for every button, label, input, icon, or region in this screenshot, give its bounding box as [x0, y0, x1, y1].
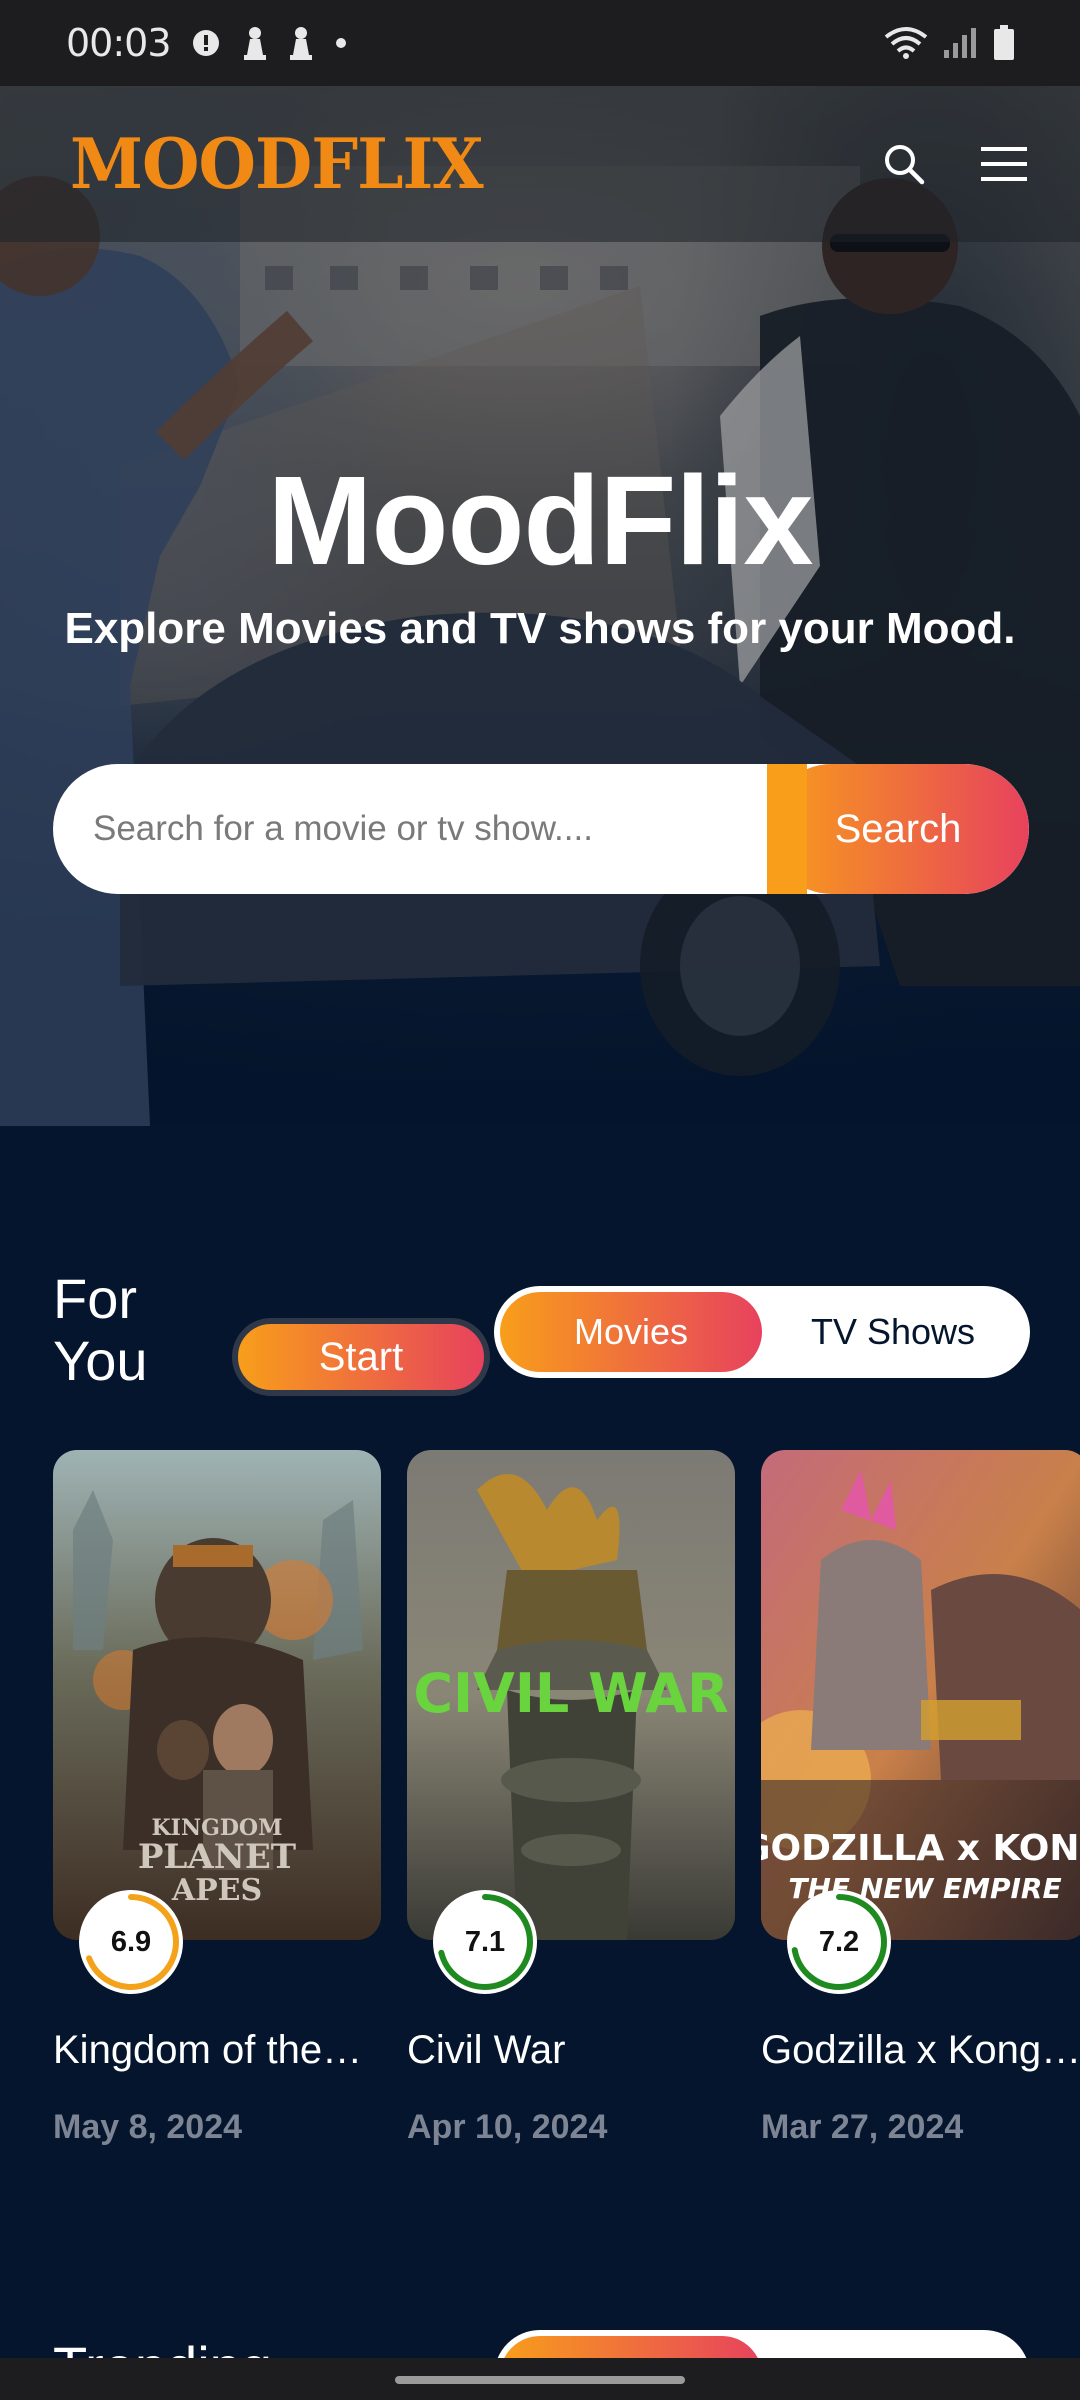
- release-date: May 8, 2024: [53, 2108, 243, 2146]
- for-you-title: For You: [53, 1268, 148, 1392]
- search-input[interactable]: [53, 764, 767, 894]
- movie-card[interactable]: CIVIL WAR 7.1 Civil War Apr 10, 2024: [407, 1450, 735, 2146]
- top-header: MOODFLIX: [0, 86, 1080, 242]
- movie-card[interactable]: GODZILLA x KONG THE NEW EMPIRE 7.2 Godzi…: [761, 1450, 1080, 2146]
- movie-poster[interactable]: CIVIL WAR: [407, 1450, 735, 1940]
- settings-alert-icon: [192, 30, 219, 56]
- movie-title[interactable]: Civil War: [407, 2028, 767, 2073]
- poster-title-text: APES: [171, 1873, 262, 1908]
- for-you-title-line2: You: [53, 1329, 148, 1392]
- rating-badge: 6.9: [79, 1890, 183, 1994]
- rating-badge: 7.1: [433, 1890, 537, 1994]
- hero-subtitle: Explore Movies and TV shows for your Moo…: [64, 604, 1016, 653]
- rating-value: 7.2: [818, 1925, 860, 1958]
- for-you-title-line1: For: [53, 1267, 137, 1330]
- hero-search-bar: Search: [53, 764, 1029, 894]
- signal-icon: [944, 28, 976, 58]
- poster-title-text: PLANET: [138, 1837, 296, 1877]
- release-date: Mar 27, 2024: [761, 2108, 964, 2146]
- movie-title[interactable]: Godzilla x Kong…: [761, 2028, 1080, 2073]
- search-button-label: Search: [834, 806, 962, 851]
- rating-value: 6.9: [110, 1925, 152, 1958]
- tab-movies[interactable]: Movies: [500, 1292, 762, 1372]
- movie-card[interactable]: KINGDOM PLANET APES 6.9 Kingdom of the… …: [53, 1450, 381, 2146]
- system-navigation-bar: [0, 2358, 1080, 2400]
- chess-pawn-icon: [289, 27, 312, 60]
- movie-poster[interactable]: KINGDOM PLANET APES: [53, 1450, 381, 1940]
- rating-badge: 7.2: [787, 1890, 891, 1994]
- battery-icon: [994, 25, 1014, 60]
- start-button[interactable]: Start: [232, 1318, 490, 1396]
- rating-value: 7.1: [464, 1925, 506, 1958]
- search-icon[interactable]: [876, 136, 932, 192]
- media-type-tabs: Movies TV Shows: [494, 1286, 1030, 1378]
- dot-icon: [335, 38, 346, 48]
- wifi-icon: [884, 27, 928, 59]
- hero-title: MoodFlix: [267, 450, 814, 591]
- poster-title-text: CIVIL WAR: [413, 1662, 728, 1725]
- status-bar: 00:03: [0, 0, 1080, 86]
- status-time: 00:03: [66, 21, 172, 65]
- home-indicator[interactable]: [395, 2376, 685, 2384]
- release-date: Apr 10, 2024: [407, 2108, 608, 2146]
- search-button[interactable]: Search: [767, 764, 1029, 894]
- for-you-carousel[interactable]: KINGDOM PLANET APES 6.9 Kingdom of the… …: [53, 1450, 1080, 2150]
- hamburger-menu-icon[interactable]: [976, 136, 1032, 192]
- poster-title-text: GODZILLA x KONG: [761, 1828, 1080, 1869]
- app-logo[interactable]: MOODFLIX: [70, 123, 484, 205]
- movie-poster[interactable]: GODZILLA x KONG THE NEW EMPIRE: [761, 1450, 1080, 1940]
- movie-title[interactable]: Kingdom of the…: [53, 2028, 413, 2073]
- chess-pawn-icon: [243, 27, 266, 60]
- tab-tv-shows[interactable]: TV Shows: [762, 1292, 1024, 1372]
